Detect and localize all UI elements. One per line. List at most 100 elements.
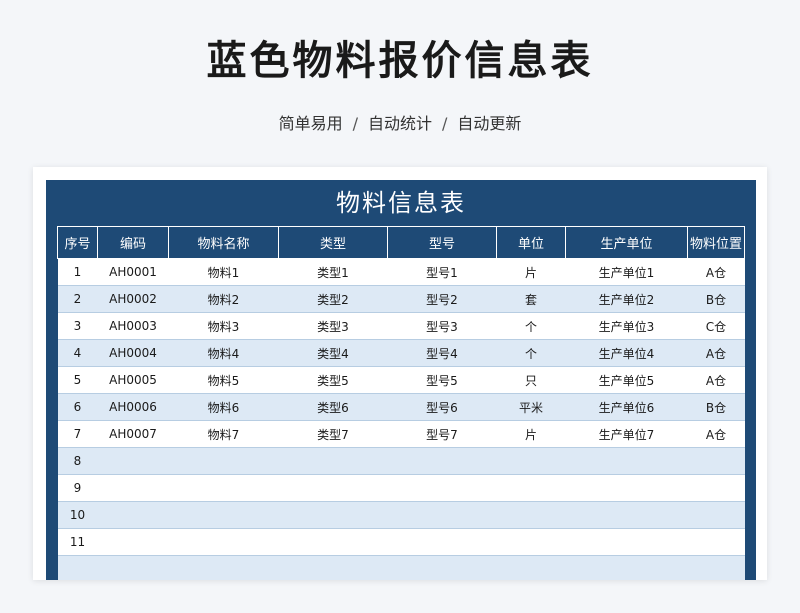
unit-cell[interactable]: 片 <box>496 420 566 448</box>
location-cell[interactable]: C仓 <box>687 312 745 340</box>
column-header[interactable]: 物料名称 <box>168 226 279 259</box>
location-cell[interactable] <box>687 528 745 556</box>
maker-cell[interactable]: 生产单位7 <box>565 420 688 448</box>
unit-cell[interactable]: 个 <box>496 312 566 340</box>
row-number-cell[interactable]: 11 <box>57 528 98 556</box>
column-header[interactable]: 型号 <box>387 226 497 259</box>
location-cell[interactable]: A仓 <box>687 258 745 286</box>
material-name-cell[interactable] <box>168 501 279 529</box>
code-cell[interactable]: AH0005 <box>97 366 169 394</box>
location-cell[interactable]: A仓 <box>687 339 745 367</box>
row-number-cell[interactable]: 7 <box>57 420 98 448</box>
material-name-cell[interactable] <box>168 474 279 502</box>
row-number-cell[interactable]: 1 <box>57 258 98 286</box>
material-name-cell[interactable] <box>168 528 279 556</box>
column-header[interactable]: 类型 <box>278 226 388 259</box>
type-cell[interactable] <box>278 555 388 580</box>
location-cell[interactable]: B仓 <box>687 393 745 421</box>
maker-cell[interactable]: 生产单位4 <box>565 339 688 367</box>
location-cell[interactable] <box>687 447 745 475</box>
unit-cell[interactable]: 平米 <box>496 393 566 421</box>
column-header[interactable]: 编码 <box>97 226 169 259</box>
location-cell[interactable]: A仓 <box>687 420 745 448</box>
code-cell[interactable]: AH0001 <box>97 258 169 286</box>
code-cell[interactable] <box>97 474 169 502</box>
type-cell[interactable] <box>278 447 388 475</box>
code-cell[interactable]: AH0004 <box>97 339 169 367</box>
type-cell[interactable]: 类型4 <box>278 339 388 367</box>
material-name-cell[interactable]: 物料2 <box>168 285 279 313</box>
material-name-cell[interactable] <box>168 555 279 580</box>
unit-cell[interactable] <box>496 501 566 529</box>
column-header[interactable]: 单位 <box>496 226 566 259</box>
maker-cell[interactable]: 生产单位3 <box>565 312 688 340</box>
location-cell[interactable] <box>687 501 745 529</box>
code-cell[interactable] <box>97 447 169 475</box>
code-cell[interactable] <box>97 555 169 580</box>
row-number-cell[interactable]: 8 <box>57 447 98 475</box>
type-cell[interactable]: 类型2 <box>278 285 388 313</box>
model-cell[interactable] <box>387 528 497 556</box>
maker-cell[interactable] <box>565 447 688 475</box>
maker-cell[interactable] <box>565 474 688 502</box>
row-number-cell[interactable]: 5 <box>57 366 98 394</box>
type-cell[interactable] <box>278 528 388 556</box>
unit-cell[interactable] <box>496 474 566 502</box>
model-cell[interactable] <box>387 447 497 475</box>
unit-cell[interactable] <box>496 528 566 556</box>
location-cell[interactable]: A仓 <box>687 366 745 394</box>
model-cell[interactable]: 型号2 <box>387 285 497 313</box>
maker-cell[interactable]: 生产单位6 <box>565 393 688 421</box>
model-cell[interactable]: 型号7 <box>387 420 497 448</box>
model-cell[interactable]: 型号1 <box>387 258 497 286</box>
material-name-cell[interactable]: 物料4 <box>168 339 279 367</box>
model-cell[interactable]: 型号5 <box>387 366 497 394</box>
location-cell[interactable]: B仓 <box>687 285 745 313</box>
row-number-cell[interactable]: 6 <box>57 393 98 421</box>
maker-cell[interactable] <box>565 555 688 580</box>
maker-cell[interactable]: 生产单位5 <box>565 366 688 394</box>
column-header[interactable]: 生产单位 <box>565 226 688 259</box>
location-cell[interactable] <box>687 555 745 580</box>
unit-cell[interactable]: 片 <box>496 258 566 286</box>
unit-cell[interactable]: 套 <box>496 285 566 313</box>
code-cell[interactable]: AH0003 <box>97 312 169 340</box>
type-cell[interactable]: 类型3 <box>278 312 388 340</box>
unit-cell[interactable]: 个 <box>496 339 566 367</box>
row-number-cell[interactable]: 10 <box>57 501 98 529</box>
type-cell[interactable]: 类型5 <box>278 366 388 394</box>
row-number-cell[interactable]: 9 <box>57 474 98 502</box>
material-name-cell[interactable] <box>168 447 279 475</box>
type-cell[interactable]: 类型6 <box>278 393 388 421</box>
row-number-cell[interactable] <box>57 555 98 580</box>
model-cell[interactable]: 型号6 <box>387 393 497 421</box>
code-cell[interactable] <box>97 528 169 556</box>
type-cell[interactable] <box>278 474 388 502</box>
maker-cell[interactable] <box>565 501 688 529</box>
type-cell[interactable]: 类型1 <box>278 258 388 286</box>
material-name-cell[interactable]: 物料6 <box>168 393 279 421</box>
code-cell[interactable] <box>97 501 169 529</box>
maker-cell[interactable]: 生产单位1 <box>565 258 688 286</box>
row-number-cell[interactable]: 2 <box>57 285 98 313</box>
model-cell[interactable] <box>387 474 497 502</box>
material-name-cell[interactable]: 物料7 <box>168 420 279 448</box>
material-name-cell[interactable]: 物料1 <box>168 258 279 286</box>
code-cell[interactable]: AH0007 <box>97 420 169 448</box>
unit-cell[interactable] <box>496 555 566 580</box>
model-cell[interactable] <box>387 501 497 529</box>
maker-cell[interactable]: 生产单位2 <box>565 285 688 313</box>
model-cell[interactable]: 型号3 <box>387 312 497 340</box>
type-cell[interactable]: 类型7 <box>278 420 388 448</box>
row-number-cell[interactable]: 4 <box>57 339 98 367</box>
unit-cell[interactable] <box>496 447 566 475</box>
location-cell[interactable] <box>687 474 745 502</box>
column-header[interactable]: 序号 <box>57 226 98 259</box>
model-cell[interactable] <box>387 555 497 580</box>
code-cell[interactable]: AH0006 <box>97 393 169 421</box>
material-name-cell[interactable]: 物料3 <box>168 312 279 340</box>
code-cell[interactable]: AH0002 <box>97 285 169 313</box>
unit-cell[interactable]: 只 <box>496 366 566 394</box>
maker-cell[interactable] <box>565 528 688 556</box>
model-cell[interactable]: 型号4 <box>387 339 497 367</box>
